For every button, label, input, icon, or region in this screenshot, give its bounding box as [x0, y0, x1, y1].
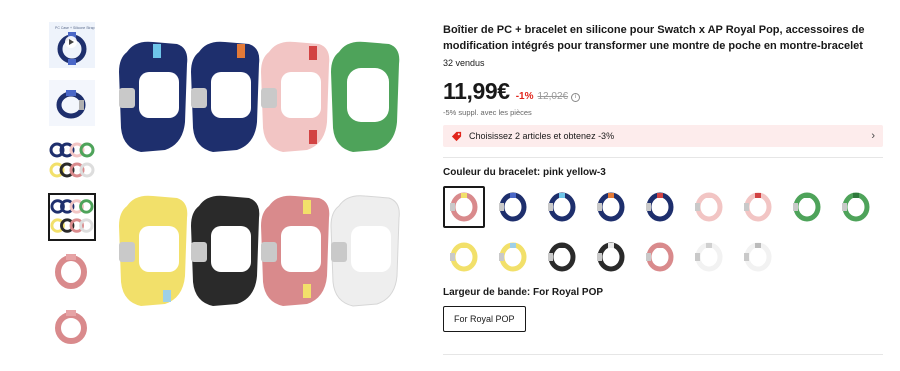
thumbnail-pink-2[interactable]	[49, 304, 95, 350]
watch-band-icon	[597, 192, 625, 222]
color-swatch-yellow-2[interactable]	[494, 238, 532, 276]
sold-count: 32 vendus	[443, 58, 485, 68]
main-product-image	[105, 26, 405, 326]
color-swatch-navy-3[interactable]	[592, 188, 630, 226]
color-swatch-black-1[interactable]	[543, 238, 581, 276]
info-icon[interactable]: i	[571, 92, 581, 102]
thumbnail-pink[interactable]	[49, 249, 95, 295]
thumbnail-multicolor-selected[interactable]	[48, 193, 96, 241]
color-swatch-pink-3[interactable]	[641, 238, 679, 276]
color-swatch-pink-1[interactable]	[690, 188, 728, 226]
product-info: Boîtier de PC + bracelet en silicone pou…	[443, 22, 883, 332]
color-swatch-navy-1[interactable]	[494, 188, 532, 226]
thumbnail-caption: PC Case + Silicone Strap	[55, 26, 95, 30]
watch-band-icon	[646, 242, 674, 272]
divider	[443, 157, 883, 158]
promo-banner[interactable]: Choisissez 2 articles et obtenez -3% ›	[443, 125, 883, 147]
color-swatch-pink-2[interactable]	[739, 188, 777, 226]
band-black	[191, 195, 260, 306]
original-price: 12,02€	[537, 91, 569, 102]
watch-band-icon	[597, 242, 625, 272]
watch-band-icon	[499, 242, 527, 272]
band-width-option[interactable]: For Royal POP	[443, 306, 526, 332]
band-green	[331, 41, 400, 152]
watch-band-icon	[793, 192, 821, 222]
color-swatch-yellow-1[interactable]	[445, 238, 483, 276]
watch-band-icon	[50, 195, 94, 239]
watch-band-icon	[548, 192, 576, 222]
discount-badge: -1%	[515, 91, 534, 102]
watch-band-icon	[450, 192, 478, 222]
watch-band-icon	[548, 242, 576, 272]
band-white	[330, 195, 400, 307]
color-swatch-white-1[interactable]	[690, 238, 728, 276]
watch-band-icon	[744, 242, 772, 272]
watch-band-icon	[119, 41, 400, 307]
band-pink-yellow	[261, 195, 330, 306]
band-pink-red	[261, 41, 330, 152]
tag-icon	[451, 131, 462, 141]
extra-discount-text: -5% suppl. avec les pièces	[443, 108, 532, 117]
watch-band-icon	[49, 249, 95, 295]
chevron-right-icon: ›	[871, 130, 875, 142]
band-navy-light	[119, 41, 188, 152]
watch-band-icon	[450, 242, 478, 272]
watch-band-icon	[695, 242, 723, 272]
color-swatch-green-2[interactable]	[837, 188, 875, 226]
promo-text: Choisissez 2 articles et obtenez -3%	[469, 131, 615, 141]
watch-band-icon	[695, 192, 723, 222]
product-title: Boîtier de PC + bracelet en silicone pou…	[443, 24, 865, 52]
color-swatch-navy-2[interactable]	[543, 188, 581, 226]
price-row: 11,99€ -1% 12,02€ i	[443, 78, 883, 104]
color-swatch-white-2[interactable]	[739, 238, 777, 276]
band-width-label: Largeur de bande: For Royal POP	[443, 287, 604, 298]
watch-band-icon	[646, 192, 674, 222]
band-navy-orange	[191, 41, 260, 152]
color-swatch-grid	[443, 186, 883, 278]
thumbnail-multicolor[interactable]	[49, 138, 95, 184]
watch-band-icon	[744, 192, 772, 222]
watch-band-icon	[49, 138, 95, 184]
current-price: 11,99€	[443, 78, 510, 104]
band-yellow	[119, 195, 188, 306]
thumbnail-video[interactable]: PC Case + Silicone Strap	[49, 22, 95, 68]
watch-band-icon	[49, 80, 95, 126]
color-swatch-pink-yellow-3[interactable]	[443, 186, 485, 228]
play-icon	[65, 36, 77, 48]
color-swatch-black-2[interactable]	[592, 238, 630, 276]
bottom-divider	[443, 354, 883, 355]
color-swatch-navy-4[interactable]	[641, 188, 679, 226]
color-swatch-green-1[interactable]	[788, 188, 826, 226]
watch-band-icon	[842, 192, 870, 222]
watch-band-icon	[499, 192, 527, 222]
color-label: Couleur du bracelet: pink yellow-3	[443, 167, 606, 178]
watch-band-icon	[49, 304, 95, 350]
thumbnail-navy[interactable]	[49, 80, 95, 126]
